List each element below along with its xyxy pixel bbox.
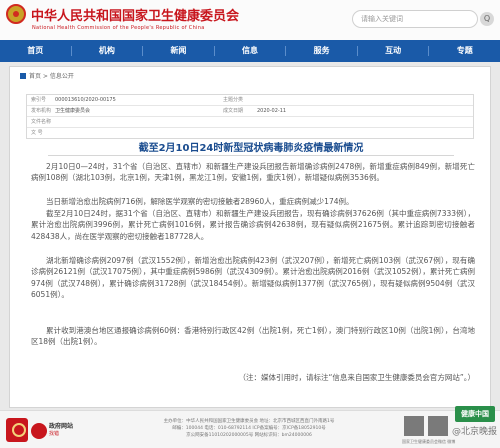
article-note: （注：媒体引用时，请标注“信息来自国家卫生健康委员会官方网站”。）	[238, 373, 475, 382]
site-header: 中华人民共和国国家卫生健康委员会 National Health Commiss…	[0, 0, 500, 40]
index-value: 000013610/2020-00175	[55, 97, 116, 103]
footer-info: 主办单位：中华人民共和国国家卫生健康委员会 地址：北京市西城区西直门外南路1号 …	[120, 418, 378, 439]
gov-website-sublabel[interactable]: 找错	[49, 430, 59, 437]
search-input[interactable]: 请输入关键词	[352, 10, 478, 28]
document-info-table: 索引号 000013610/2020-00175 主题分类 发布机构 卫生健康委…	[26, 94, 474, 139]
article-page: 首页 > 信息公开 索引号 000013610/2020-00175 主题分类 …	[9, 66, 491, 408]
gov-website-icon[interactable]	[31, 423, 47, 439]
wechat-qr-icon	[404, 416, 424, 436]
article-title: 截至2月10日24时新型冠状病毒肺炎疫情最新情况	[138, 143, 364, 154]
nav-item-information[interactable]: 信息	[215, 40, 286, 62]
date-label: 成文日期	[223, 108, 244, 114]
search-icon[interactable]: Q	[480, 12, 494, 26]
party-emblem-icon[interactable]	[6, 418, 28, 442]
qr-caption: 国家卫生健康委员会微信 微博	[402, 439, 456, 444]
site-title[interactable]: 中华人民共和国国家卫生健康委员会	[31, 5, 239, 24]
gov-website-label[interactable]: 政府网站	[49, 421, 73, 430]
footer-line: 主办单位：中华人民共和国国家卫生健康委员会 地址：北京市西城区西直门外南路1号	[163, 419, 335, 424]
footer-line: 邮编：100044 电话：010-68792114 ICP备案编号：京ICP备1…	[172, 426, 326, 431]
info-row: 文 号	[27, 128, 473, 139]
nav-item-news[interactable]: 新闻	[143, 40, 214, 62]
doc-number-label: 文 号	[31, 130, 43, 136]
nav-item-institutions[interactable]: 机构	[72, 40, 143, 62]
info-row: 文件名称	[27, 117, 473, 128]
main-nav: 首页 机构 新闻 信息 服务 互动 专题	[0, 40, 500, 62]
publisher-label: 发布机构	[31, 108, 52, 114]
healthy-china-badge[interactable]: 健康中国	[455, 406, 495, 422]
title-divider	[48, 155, 454, 156]
article-paragraph: 截至2月10日24时，据31个省（自治区、直辖市）和新疆生产建设兵团报告，现有确…	[31, 209, 475, 241]
weibo-qr-icon	[428, 416, 448, 436]
breadcrumb[interactable]: 首页 > 信息公开	[20, 71, 74, 80]
article-paragraph: 2月10日0—24时，31个省（自治区、直辖市）和新疆生产建设兵团报告新增确诊病…	[31, 162, 475, 183]
name-label: 文件名称	[31, 119, 52, 125]
footer-line: 京公网安备11010202000005号 网站标识码：bm24000006	[186, 433, 312, 438]
article-paragraph: 湖北新增确诊病例2097例（武汉1552例），新增治愈出院病例423例（武汉20…	[31, 256, 475, 300]
location-icon	[20, 73, 26, 79]
index-label: 索引号	[31, 97, 47, 103]
nav-item-interaction[interactable]: 互动	[358, 40, 429, 62]
site-footer: 政府网站 找错 主办单位：中华人民共和国国家卫生健康委员会 地址：北京市西城区西…	[0, 410, 500, 448]
national-emblem-icon[interactable]	[6, 4, 26, 24]
site-title-english: National Health Commission of the People…	[32, 25, 205, 31]
nav-item-home[interactable]: 首页	[0, 40, 71, 62]
info-row: 发布机构 卫生健康委员会 成文日期 2020-02-11	[27, 106, 473, 117]
nav-item-services[interactable]: 服务	[286, 40, 357, 62]
breadcrumb-text[interactable]: 首页 > 信息公开	[29, 73, 74, 80]
info-row: 索引号 000013610/2020-00175 主题分类	[27, 95, 473, 106]
date-value: 2020-02-11	[257, 108, 287, 114]
nav-item-topics[interactable]: 专题	[429, 40, 500, 62]
article-paragraph: 当日新增治愈出院病例716例，解除医学观察的密切接触者28960人，重症病例减少…	[46, 197, 354, 206]
publisher-value: 卫生健康委员会	[55, 108, 91, 114]
article-paragraph: 累计收到港澳台地区通报确诊病例60例：香港特别行政区42例（出院1例，死亡1例）…	[31, 326, 475, 347]
watermark: @北京晚报	[452, 427, 498, 437]
category-label: 主题分类	[223, 97, 244, 103]
